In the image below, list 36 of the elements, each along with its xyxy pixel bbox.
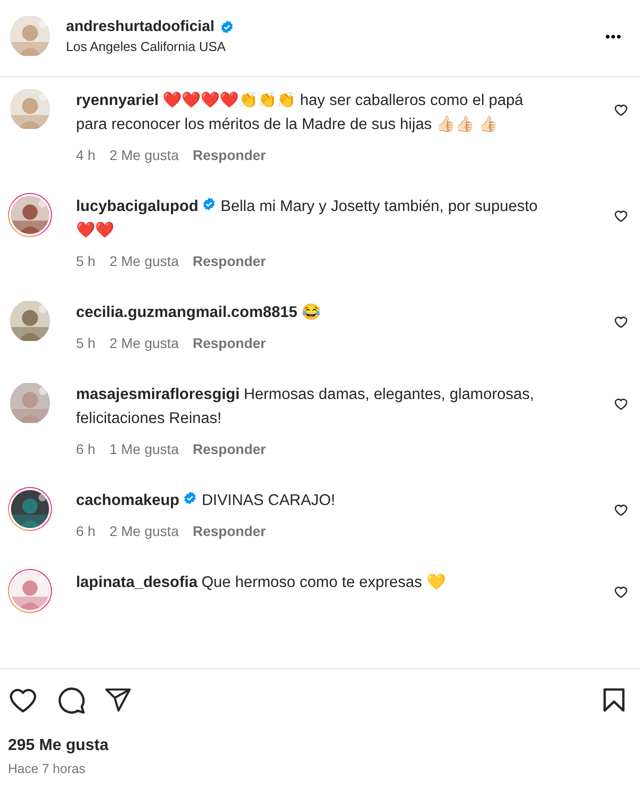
username[interactable]: andreshurtadooficial (66, 18, 214, 35)
like-comment-button[interactable] (614, 209, 628, 225)
like-comment-button[interactable] (614, 397, 628, 413)
comment-time: 6 h (76, 523, 96, 539)
location[interactable]: Los Angeles California USA (66, 39, 592, 54)
comment-text: masajesmirafloresgigi Hermosas damas, elegantes, glamorosas, felicitaciones Reinas! (76, 385, 536, 429)
comment-time: 5 h (76, 335, 96, 351)
reply-button[interactable]: Responder (192, 147, 266, 163)
reply-button[interactable]: Responder (192, 253, 266, 269)
comment-time: 4 h (76, 147, 96, 163)
more-options-button[interactable]: ••• (605, 28, 622, 44)
reply-button[interactable]: Responder (192, 523, 266, 539)
story-ring[interactable] (8, 193, 52, 237)
post-time: Hace 7 horas (7, 760, 86, 776)
comment-likes[interactable]: 2 Me gusta (109, 253, 179, 269)
reply-button[interactable]: Responder (192, 441, 266, 457)
comment-likes[interactable]: 2 Me gusta (109, 335, 179, 351)
comment-likes[interactable]: 1 Me gusta (109, 441, 179, 457)
comment-text: lapinata_desofia Que hermoso como te expresas 💛 (76, 572, 446, 593)
comment-time: 6 h (76, 441, 96, 457)
comment-text: cachomakeup DIVINAS CARAJO! (76, 490, 336, 511)
like-count[interactable]: 295 Me gusta (0, 725, 640, 755)
story-ring[interactable] (8, 487, 52, 531)
share-icon[interactable] (104, 686, 132, 714)
comment-likes[interactable]: 2 Me gusta (109, 523, 179, 539)
comment-text: cecilia.guzmangmail.com8815 😂 (76, 302, 322, 323)
comment-text: ryennyariel ❤❤❤❤👏👏👏 hay ser caballeros como el papá para reconocer los méritos de la Madre de sus hijas 👍🏻👍🏻 👍🏻 (76, 90, 524, 135)
comment-icon[interactable] (56, 685, 86, 715)
like-comment-button[interactable] (614, 103, 628, 119)
like-comment-button[interactable] (614, 315, 628, 331)
comment-time: 5 h (76, 253, 96, 269)
like-comment-button[interactable] (614, 585, 628, 601)
like-comment-button[interactable] (614, 503, 628, 519)
reply-button[interactable]: Responder (192, 335, 266, 351)
comment-text: lucybacigalupod Bella mi Mary y Josetty también, por supuesto ❤❤ (76, 196, 539, 241)
comment-likes[interactable]: 2 Me gusta (109, 147, 179, 163)
